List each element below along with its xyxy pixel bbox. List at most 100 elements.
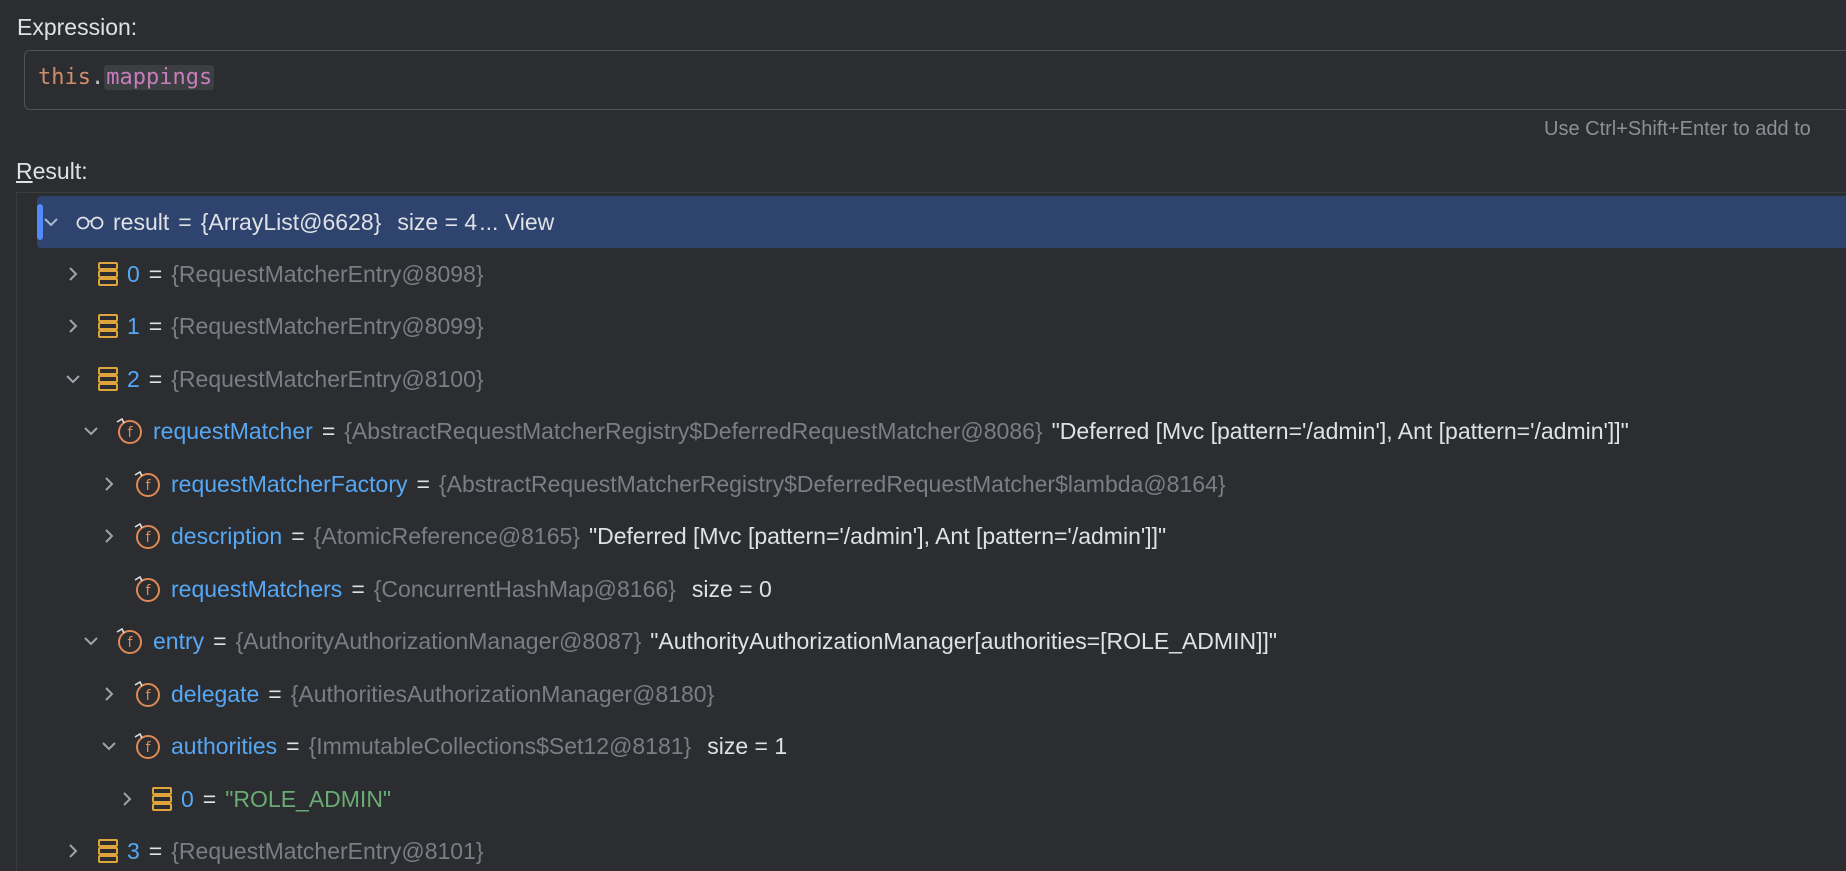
svg-text:f: f <box>146 478 152 494</box>
node-value: {AbstractRequestMatcherRegistry$Deferred… <box>344 417 1043 444</box>
result-name: result <box>113 208 170 235</box>
node-name: 3 <box>127 837 140 864</box>
expression-input[interactable]: this.mappings <box>24 50 1846 110</box>
field-icon: f <box>115 416 145 446</box>
svg-text:f: f <box>128 425 134 441</box>
tree-row[interactable]: f requestMatcherFactory = {AbstractReque… <box>17 458 1846 510</box>
field-icon: f <box>133 574 163 604</box>
glasses-icon <box>75 214 105 230</box>
node-name: entry <box>153 627 205 654</box>
equals-sign: = <box>321 417 336 444</box>
node-value: {RequestMatcherEntry@8101} <box>171 837 484 864</box>
equals-sign: = <box>286 732 300 759</box>
node-name: 1 <box>127 312 140 339</box>
view-link[interactable]: ... View <box>477 209 554 236</box>
node-value: {RequestMatcherEntry@8098} <box>171 260 484 287</box>
tree-row-result[interactable]: result = {ArrayList@6628} size = 4 ... V… <box>37 196 1846 248</box>
chevron-down-icon[interactable] <box>41 212 61 232</box>
node-name: requestMatcherFactory <box>171 470 408 497</box>
add-to-watches-hint: Use Ctrl+Shift+Enter to add to <box>1544 118 1811 140</box>
equals-sign: = <box>268 680 282 707</box>
node-name: delegate <box>171 680 260 707</box>
chevron-right-icon[interactable] <box>99 474 119 494</box>
chevron-right-icon[interactable] <box>63 841 83 861</box>
chevron-right-icon[interactable] <box>63 316 83 336</box>
svg-text:f: f <box>146 530 152 546</box>
tree-row[interactable]: f entry = {AuthorityAuthorizationManager… <box>17 615 1846 667</box>
node-value: {ConcurrentHashMap@8166} <box>373 575 676 602</box>
node-name: requestMatchers <box>171 575 343 602</box>
equals-sign: = <box>213 627 227 654</box>
tree-row[interactable]: f delegate = {AuthoritiesAuthorizationMa… <box>17 668 1846 720</box>
equals-sign: = <box>148 312 163 339</box>
array-element-icon <box>97 261 119 287</box>
node-value: {ImmutableCollections$Set12@8181} <box>308 732 692 759</box>
tree-row[interactable]: 3 = {RequestMatcherEntry@8101} <box>17 825 1846 871</box>
node-name: description <box>171 522 283 549</box>
node-value: {AuthoritiesAuthorizationManager@8180} <box>290 680 715 707</box>
node-name: 0 <box>127 260 140 287</box>
array-element-icon <box>151 786 173 812</box>
chevron-right-icon[interactable] <box>63 264 83 284</box>
result-tree[interactable]: result = {ArrayList@6628} size = 4 ... V… <box>16 192 1846 871</box>
equals-sign: = <box>148 365 163 392</box>
selection-marker <box>37 204 43 240</box>
tree-row[interactable]: f requestMatcher = {AbstractRequestMatch… <box>17 405 1846 457</box>
chevron-right-icon[interactable] <box>99 526 119 546</box>
node-name: 2 <box>127 365 140 392</box>
field-icon: f <box>115 626 145 656</box>
node-value: {AtomicReference@8165} <box>313 522 580 549</box>
node-value: {AuthorityAuthorizationManager@8087} <box>235 627 642 654</box>
expression-label: Expression: <box>17 14 138 40</box>
field-icon: f <box>133 731 163 761</box>
result-label-text: esult: <box>32 158 88 184</box>
equals-sign: = <box>202 785 217 812</box>
field-icon: f <box>133 679 163 709</box>
result-label-mnemonic: R <box>16 158 33 184</box>
array-element-icon <box>97 313 119 339</box>
evaluate-expression-panel: Expression: this.mappings Use Ctrl+Shift… <box>0 0 1846 871</box>
tree-row[interactable]: 2 = {RequestMatcherEntry@8100} <box>17 353 1846 405</box>
field-icon: f <box>133 469 163 499</box>
equals-sign: = <box>178 208 192 235</box>
chevron-down-icon[interactable] <box>81 421 101 441</box>
svg-text:f: f <box>146 740 152 756</box>
expression-dot: . <box>90 65 105 90</box>
node-string-value: "ROLE_ADMIN" <box>225 785 392 812</box>
chevron-down-icon[interactable] <box>99 736 119 756</box>
array-element-icon <box>97 366 119 392</box>
node-value: {AbstractRequestMatcherRegistry$Deferred… <box>438 470 1226 497</box>
tree-row[interactable]: 1 = {RequestMatcherEntry@8099} <box>17 300 1846 352</box>
tree-row[interactable]: f description = {AtomicReference@8165} "… <box>17 510 1846 562</box>
equals-sign: = <box>291 522 305 549</box>
svg-text:f: f <box>146 688 152 704</box>
array-element-icon <box>97 838 119 864</box>
result-size: size = 4 <box>397 208 478 235</box>
equals-sign: = <box>351 575 365 602</box>
node-name: 0 <box>181 785 194 812</box>
node-size: size = 0 <box>691 575 772 602</box>
tree-row[interactable]: 0 = "ROLE_ADMIN" <box>17 773 1846 825</box>
node-name: authorities <box>171 732 278 759</box>
result-value: {ArrayList@6628} <box>200 208 382 235</box>
equals-sign: = <box>148 837 163 864</box>
node-value: {RequestMatcherEntry@8099} <box>171 312 484 339</box>
chevron-right-icon[interactable] <box>117 789 137 809</box>
expression-code[interactable]: this.mappings <box>38 65 215 90</box>
chevron-down-icon[interactable] <box>63 369 83 389</box>
node-value: {RequestMatcherEntry@8100} <box>171 365 484 392</box>
svg-text:f: f <box>128 635 134 651</box>
tree-row[interactable]: f authorities = {ImmutableCollections$Se… <box>17 720 1846 772</box>
tree-row[interactable]: 0 = {RequestMatcherEntry@8098} <box>17 248 1846 300</box>
tree-row[interactable]: f requestMatchers = {ConcurrentHashMap@8… <box>17 563 1846 615</box>
expression-keyword: this <box>38 65 91 90</box>
result-label: Result: <box>16 158 88 185</box>
node-string: "Deferred [Mvc [pattern='/admin'], Ant [… <box>588 522 1167 549</box>
chevron-right-icon[interactable] <box>99 684 119 704</box>
node-size: size = 1 <box>707 732 788 759</box>
chevron-down-icon[interactable] <box>81 631 101 651</box>
equals-sign: = <box>416 470 430 497</box>
svg-text:f: f <box>146 583 152 599</box>
equals-sign: = <box>148 260 163 287</box>
field-icon: f <box>133 521 163 551</box>
